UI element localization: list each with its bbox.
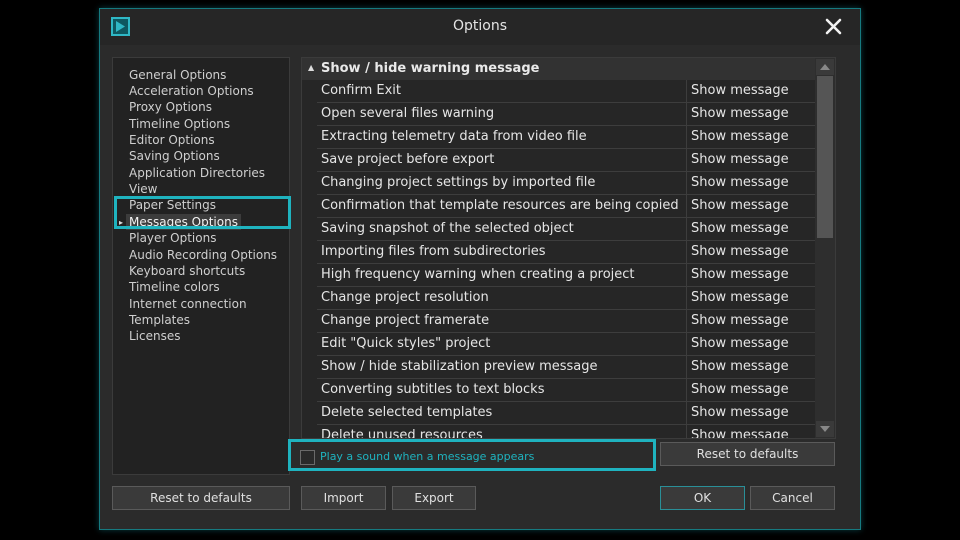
message-rows: Confirm Exit Show message Open several fi…: [317, 80, 816, 439]
nav-item-general[interactable]: General Options: [129, 67, 226, 83]
message-name: Changing project settings by imported fi…: [321, 175, 596, 190]
message-setting[interactable]: Show message: [691, 405, 789, 420]
nav-item-templates[interactable]: Templates: [129, 312, 190, 328]
nav-item-app-directories[interactable]: Application Directories: [129, 165, 265, 181]
group-header[interactable]: ▲ Show / hide warning message: [302, 58, 816, 80]
collapse-triangle-icon[interactable]: ▲: [308, 63, 314, 72]
message-name: Delete unused resources: [321, 428, 483, 439]
table-row[interactable]: Delete selected templates Show message: [317, 402, 816, 425]
message-name: Open several files warning: [321, 106, 495, 121]
message-name: Edit "Quick styles" project: [321, 336, 491, 351]
message-setting[interactable]: Show message: [691, 244, 789, 259]
nav-item-audio-recording[interactable]: Audio Recording Options: [129, 247, 277, 263]
message-setting[interactable]: Show message: [691, 428, 789, 438]
message-name: Importing files from subdirectories: [321, 244, 546, 259]
message-name: Change project resolution: [321, 290, 489, 305]
message-name: Show / hide stabilization preview messag…: [321, 359, 598, 374]
table-row[interactable]: Open several files warning Show message: [317, 103, 816, 126]
message-name: Extracting telemetry data from video fil…: [321, 129, 587, 144]
messages-table: ▲ Show / hide warning message Confirm Ex…: [301, 57, 836, 439]
message-setting[interactable]: Show message: [691, 336, 789, 351]
nav-item-acceleration[interactable]: Acceleration Options: [129, 83, 254, 99]
table-row[interactable]: Edit "Quick styles" project Show message: [317, 333, 816, 356]
message-setting[interactable]: Show message: [691, 129, 789, 144]
message-name: Confirm Exit: [321, 83, 401, 98]
ok-button[interactable]: OK: [660, 486, 745, 510]
table-row[interactable]: Save project before export Show message: [317, 149, 816, 172]
table-row[interactable]: Delete unused resources Show message: [317, 425, 816, 439]
nav-item-timeline-colors[interactable]: Timeline colors: [129, 279, 220, 295]
nav-item-licenses[interactable]: Licenses: [129, 328, 181, 344]
table-row[interactable]: Saving snapshot of the selected object Sh…: [317, 218, 816, 241]
message-setting[interactable]: Show message: [691, 221, 789, 236]
table-row[interactable]: Extracting telemetry data from video fil…: [317, 126, 816, 149]
message-name: Saving snapshot of the selected object: [321, 221, 574, 236]
message-name: Change project framerate: [321, 313, 490, 328]
nav-item-editor[interactable]: Editor Options: [129, 132, 215, 148]
message-name: Delete selected templates: [321, 405, 493, 420]
scroll-thumb[interactable]: [817, 76, 833, 238]
table-row[interactable]: Confirmation that template resources are…: [317, 195, 816, 218]
nav-item-proxy[interactable]: Proxy Options: [129, 99, 212, 115]
message-setting[interactable]: Show message: [691, 152, 789, 167]
table-scrollbar[interactable]: [815, 58, 835, 438]
close-icon[interactable]: [822, 13, 846, 39]
nav-item-internet-connection[interactable]: Internet connection: [129, 296, 247, 312]
scroll-down-icon[interactable]: [816, 421, 834, 437]
options-dialog: Options General Options Acceleration Opt…: [99, 8, 861, 530]
dialog-title: Options: [452, 18, 508, 34]
message-name: Save project before export: [321, 152, 495, 167]
nav-item-player[interactable]: Player Options: [129, 230, 216, 246]
message-setting[interactable]: Show message: [691, 359, 789, 374]
table-row[interactable]: Show / hide stabilization preview messag…: [317, 356, 816, 379]
table-row[interactable]: Changing project settings by imported fi…: [317, 172, 816, 195]
table-row[interactable]: High frequency warning when creating a p…: [317, 264, 816, 287]
table-row[interactable]: Confirm Exit Show message: [317, 80, 816, 103]
message-setting[interactable]: Show message: [691, 382, 789, 397]
import-button[interactable]: Import: [301, 486, 386, 510]
reset-messages-button[interactable]: Reset to defaults: [660, 442, 835, 466]
nav-item-view[interactable]: View: [129, 181, 157, 197]
reset-all-button[interactable]: Reset to defaults: [112, 486, 290, 510]
message-name: Converting subtitles to text blocks: [321, 382, 545, 397]
message-setting[interactable]: Show message: [691, 106, 789, 121]
message-name: Confirmation that template resources are…: [321, 198, 679, 213]
table-row[interactable]: Change project framerate Show message: [317, 310, 816, 333]
nav-item-keyboard-shortcuts[interactable]: Keyboard shortcuts: [129, 263, 245, 279]
export-button[interactable]: Export: [392, 486, 476, 510]
nav-item-timeline[interactable]: Timeline Options: [129, 116, 230, 132]
message-setting[interactable]: Show message: [691, 83, 789, 98]
title-bar: Options: [100, 9, 860, 45]
group-label: Show / hide warning message: [321, 61, 540, 76]
message-setting[interactable]: Show message: [691, 313, 789, 328]
table-row[interactable]: Converting subtitles to text blocks Show …: [317, 379, 816, 402]
highlight-messages-options: [114, 196, 291, 229]
nav-item-saving[interactable]: Saving Options: [129, 148, 220, 164]
highlight-play-sound: [288, 439, 656, 471]
cancel-button[interactable]: Cancel: [750, 486, 835, 510]
table-row[interactable]: Change project resolution Show message: [317, 287, 816, 310]
scroll-up-icon[interactable]: [816, 59, 834, 75]
message-setting[interactable]: Show message: [691, 198, 789, 213]
options-nav: General Options Acceleration Options Pro…: [112, 57, 290, 475]
table-row[interactable]: Importing files from subdirectories Show …: [317, 241, 816, 264]
message-setting[interactable]: Show message: [691, 267, 789, 282]
message-setting[interactable]: Show message: [691, 175, 789, 190]
message-name: High frequency warning when creating a p…: [321, 267, 635, 282]
message-setting[interactable]: Show message: [691, 290, 789, 305]
